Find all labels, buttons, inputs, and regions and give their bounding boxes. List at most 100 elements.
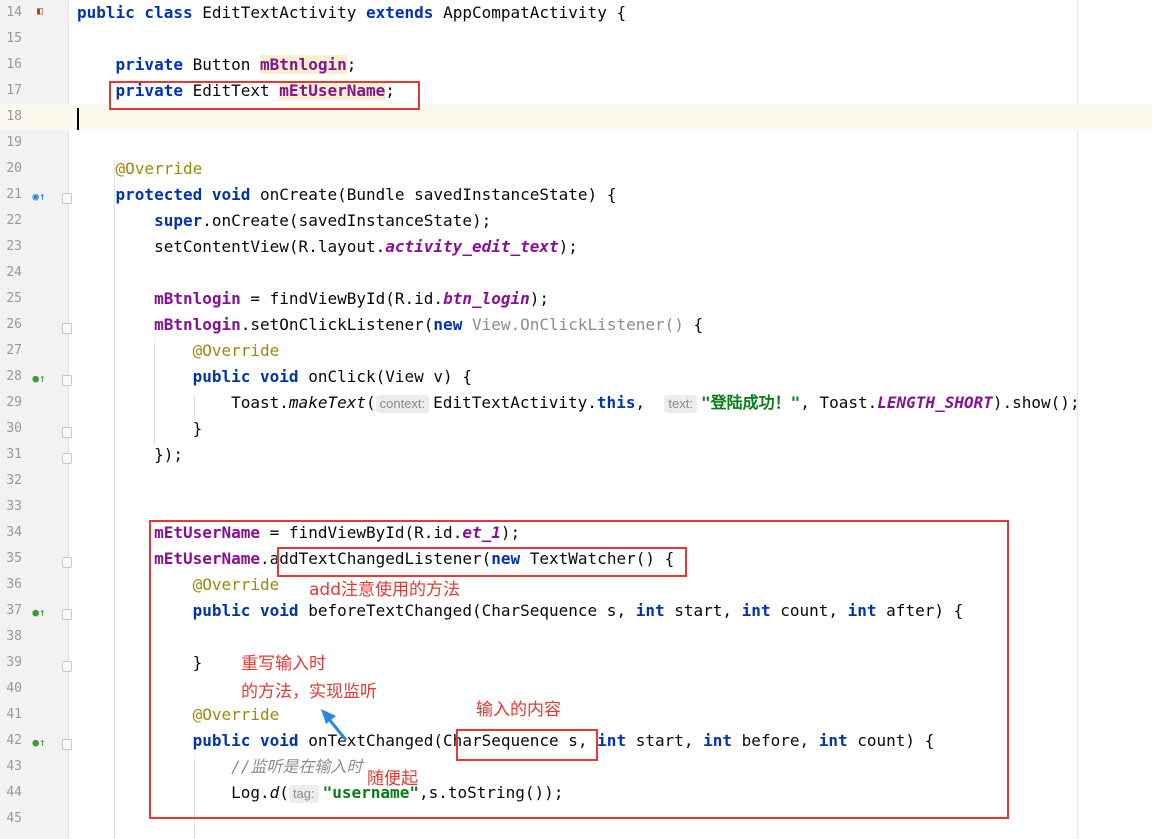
add-note: add注意使用的方法 <box>309 580 460 600</box>
code-token: .onCreate(savedInstanceState); <box>202 211 492 230</box>
fold-marker[interactable] <box>62 739 72 750</box>
code-line[interactable]: 29 Toast.makeText(context: EditTextActivi… <box>0 390 1152 416</box>
code-line[interactable]: 30 } <box>0 416 1152 442</box>
code-token: ); <box>529 289 550 308</box>
code-line[interactable]: 22 super.onCreate(savedInstanceState); <box>0 208 1152 234</box>
code-text[interactable]: protected void onCreate(Bundle savedInst… <box>77 182 617 208</box>
code-line[interactable]: 24 <box>0 260 1152 286</box>
code-text[interactable]: setContentView(R.layout.activity_edit_te… <box>77 234 578 260</box>
code-text[interactable]: mBtnlogin = findViewById(R.id.btn_login)… <box>77 286 549 312</box>
code-token: LENGTH_SHORT <box>877 393 993 412</box>
param-highlight-box <box>456 729 598 761</box>
code-token: new <box>433 315 472 334</box>
random-note: 随便起 <box>367 769 418 789</box>
code-token: makeText <box>288 393 366 412</box>
fold-marker[interactable] <box>62 323 72 334</box>
code-token: onCreate(Bundle savedInstanceState) { <box>260 185 617 204</box>
line-number: 19 <box>6 135 22 150</box>
code-text[interactable]: } <box>77 416 203 442</box>
line-number: 41 <box>6 707 22 722</box>
overriding-method-icon[interactable]: ◉↑ <box>32 190 46 204</box>
line-number: 37 <box>6 603 22 618</box>
code-token: , <box>635 393 665 412</box>
fold-marker[interactable] <box>62 453 72 464</box>
code-line[interactable]: 26 mBtnlogin.setOnClickListener(new View… <box>0 312 1152 338</box>
line-number: 22 <box>6 213 22 228</box>
code-token: activity_edit_text <box>385 237 559 256</box>
line-number: 36 <box>6 577 22 592</box>
fold-marker[interactable] <box>62 427 72 438</box>
line-number: 43 <box>6 759 22 774</box>
implementing-method-icon[interactable]: ●↑ <box>32 736 46 750</box>
line-number: 15 <box>6 31 22 46</box>
code-token: onClick(View v) { <box>308 367 472 386</box>
code-token: EditTextActivity <box>202 3 366 22</box>
fold-marker[interactable] <box>62 557 72 568</box>
field-highlight-box <box>109 81 420 110</box>
code-line[interactable]: 33 <box>0 494 1152 520</box>
code-token: mBtnlogin <box>260 55 347 74</box>
code-token: ( <box>365 393 376 412</box>
code-line[interactable]: 19 <box>0 130 1152 156</box>
file-type-icon[interactable]: ◧ <box>33 5 47 19</box>
implementing-method-icon[interactable]: ●↑ <box>32 372 46 386</box>
code-line[interactable]: 21 protected void onCreate(Bundle savedI… <box>0 182 1152 208</box>
code-text[interactable]: private Button mBtnlogin; <box>77 52 356 78</box>
code-token: } <box>77 419 203 438</box>
code-token: public class <box>77 3 203 22</box>
code-token: protected void <box>115 185 261 204</box>
code-line[interactable]: 27 @Override <box>0 338 1152 364</box>
code-token: @Override <box>115 159 203 178</box>
line-number: 16 <box>6 57 22 72</box>
code-line[interactable]: 20 @Override <box>0 156 1152 182</box>
code-token: this <box>596 393 636 412</box>
code-token: mBtnlogin <box>154 289 241 308</box>
fold-marker[interactable] <box>62 193 72 204</box>
code-line[interactable]: 28 public void onClick(View v) { <box>0 364 1152 390</box>
line-number: 39 <box>6 655 22 670</box>
indent-guide <box>154 342 155 446</box>
line-number: 44 <box>6 785 22 800</box>
fold-marker[interactable] <box>62 661 72 672</box>
code-text[interactable]: @Override <box>77 156 203 182</box>
code-text[interactable]: public void onClick(View v) { <box>77 364 472 390</box>
code-text[interactable]: @Override <box>77 338 280 364</box>
code-text[interactable]: public class EditTextActivity extends Ap… <box>77 0 626 26</box>
fold-marker[interactable] <box>62 375 72 386</box>
code-token: AppCompatActivity { <box>443 3 627 22</box>
fold-marker[interactable] <box>62 609 72 620</box>
code-token: btn_login <box>443 289 530 308</box>
code-text[interactable]: }); <box>77 442 183 468</box>
indent-guide <box>114 160 115 839</box>
code-text[interactable]: super.onCreate(savedInstanceState); <box>77 208 491 234</box>
code-text[interactable]: mBtnlogin.setOnClickListener(new View.On… <box>77 312 703 338</box>
code-token: mBtnlogin <box>154 315 241 334</box>
implementing-method-icon[interactable]: ●↑ <box>32 606 46 620</box>
code-token: @Override <box>192 341 280 360</box>
parameter-hint: context: <box>375 395 430 413</box>
line-number: 40 <box>6 681 22 696</box>
code-text[interactable]: Toast.makeText(context: EditTextActivity.… <box>77 390 1080 416</box>
code-token: }); <box>77 445 183 464</box>
code-token: public void <box>192 367 309 386</box>
code-line[interactable]: 32 <box>0 468 1152 494</box>
code-line[interactable]: 16 private Button mBtnlogin; <box>0 52 1152 78</box>
method-highlight-box <box>277 547 687 577</box>
code-token: View.OnClickListener() <box>471 315 694 334</box>
code-line[interactable]: 23 setContentView(R.layout.activity_edit… <box>0 234 1152 260</box>
line-number: 23 <box>6 239 22 254</box>
code-token: ); <box>558 237 578 256</box>
line-number: 38 <box>6 629 22 644</box>
code-line[interactable]: 14 public class EditTextActivity extends … <box>0 0 1152 26</box>
line-number: 21 <box>6 187 22 202</box>
code-line[interactable]: 15 <box>0 26 1152 52</box>
code-line[interactable]: 25 mBtnlogin = findViewById(R.id.btn_log… <box>0 286 1152 312</box>
input-note: 输入的内容 <box>476 700 561 720</box>
code-token: setContentView(R.layout. <box>77 237 386 256</box>
code-line[interactable]: 31 }); <box>0 442 1152 468</box>
line-number: 28 <box>6 369 22 384</box>
code-token: , Toast. <box>800 393 878 412</box>
